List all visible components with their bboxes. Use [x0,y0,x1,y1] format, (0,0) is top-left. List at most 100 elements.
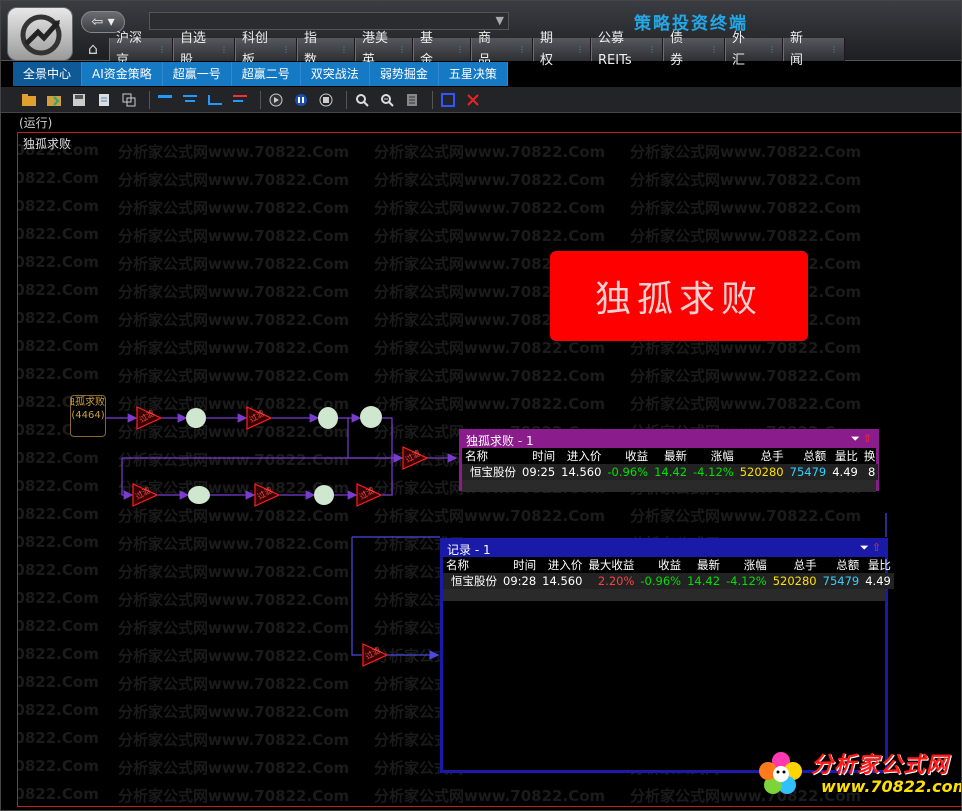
filter-node[interactable]: 过滤 [356,483,383,507]
dropdown-arrow-icon[interactable]: ▼ [496,14,504,27]
cell-ratio: 4.49 [832,465,858,479]
filter-node[interactable]: 过滤 [132,483,159,507]
delete-rows-icon[interactable] [402,90,422,110]
nav-item[interactable]: 外 汇 ⋮ [725,31,783,68]
column-header[interactable]: 收益 [637,557,684,573]
subnav-item[interactable]: 超赢二号 [232,62,301,86]
pin-up-icon[interactable]: ⇧ [872,541,881,555]
merge-node[interactable] [188,486,210,504]
column-header[interactable]: 进入价 [558,448,604,464]
column-header[interactable]: 最新 [651,448,690,464]
column-header[interactable]: 换 [861,448,879,464]
column-header[interactable]: 名称 [443,557,500,573]
record-panel[interactable]: 记录 - 1 ⏷ ⇧ 名称 时间 进入价 最大收益 收益 最新 涨幅 总手 总额 量比 恒宝股份 09… [440,538,894,773]
column-header[interactable]: 收益 [604,448,651,464]
nav-item[interactable]: 公募REITs ⋮ [591,31,663,68]
pause-icon[interactable] [291,90,311,110]
nav-more-icon: ⋮ [518,44,526,54]
stop-icon[interactable] [316,90,336,110]
record-panel-header: 记录 - 1 ⏷ ⇧ [443,541,885,557]
zoom-icon[interactable] [352,90,372,110]
home-button[interactable]: ⌂ [79,39,107,61]
column-header[interactable]: 时间 [500,557,539,573]
column-header[interactable]: 最大收益 [585,557,637,573]
column-header[interactable]: 最新 [684,557,723,573]
subnav-item[interactable]: AI资金策略 [82,62,163,86]
strategy-canvas[interactable]: 70822.Com分析家公式网www.70822.Com分析家公式网www.70… [17,132,961,807]
column-header[interactable]: 进入价 [539,557,585,573]
merge-node[interactable] [318,407,338,429]
merge-node[interactable] [360,406,382,428]
filter-icon[interactable]: ⏷ [860,541,869,555]
source-node[interactable]: 独孤求败 (4464) [70,395,106,437]
signal-table: 名称 时间 进入价 收益 最新 涨幅 总手 总额 量比换 恒宝股份 09:25 14.560 -0.9… [462,448,879,480]
column-header[interactable]: 总额 [820,557,863,573]
table-row[interactable]: 恒宝股份 09:28 14.560 2.20% -0.96% 14.42 -4.12% 520… [443,573,894,589]
nav-item-label: 期 权 [540,30,567,68]
step-icon[interactable] [266,90,286,110]
import-icon[interactable] [44,90,64,110]
subnav-item[interactable]: 弱势掘金 [370,62,439,86]
close-icon[interactable] [463,90,483,110]
merge-node[interactable] [314,485,334,505]
nav-item[interactable]: 指 数 ⋮ [297,31,355,68]
table-row[interactable]: 恒宝股份 09:25 14.560 -0.96% 14.42 -4.12% 520280 75… [462,464,879,480]
nav-item[interactable]: 沪深京 ⋮ [109,31,173,68]
nav-more-icon: ⋮ [830,44,838,54]
filter-node[interactable]: 过滤 [402,446,429,470]
column-header[interactable]: 总手 [737,448,787,464]
column-header[interactable]: 名称 [462,448,519,464]
main-nav: 沪深京 ⋮ 自选股 ⋮ 科创板 ⋮ 指 数 ⋮ 港美英 ⋮ 基 金 ⋮ 商 品 ⋮ 期 权 ⋮ 公募REITs ⋮… [109,31,845,68]
nav-item[interactable]: 自选股 ⋮ [173,31,235,68]
copy-icon[interactable] [119,90,139,110]
cell-volume: 520280 [772,574,817,588]
filter-icon[interactable]: ⏷ [851,432,860,446]
filter-node[interactable]: 过滤 [136,406,163,430]
export-icon[interactable] [94,90,114,110]
nav-more-icon: ⋮ [220,44,228,54]
cell-gain: -0.96% [607,465,649,479]
align-bottom-icon[interactable] [230,90,250,110]
column-header[interactable]: 量比 [862,557,894,573]
open-folder-icon[interactable] [19,90,39,110]
sub-nav: 全景中心 AI资金策略 超赢一号 超赢二号 双突战法 弱势掘金 五星决策 [13,62,508,86]
cell-entry: 14.560 [561,465,602,479]
column-header[interactable]: 总手 [770,557,820,573]
align-left-icon[interactable] [205,90,225,110]
subnav-item[interactable]: 超赢一号 [163,62,232,86]
nav-item[interactable]: 基 金 ⋮ [413,31,471,68]
nav-more-icon: ⋮ [456,44,464,54]
cell-amount: 75479 [822,574,860,588]
column-header[interactable]: 涨幅 [723,557,770,573]
subnav-item[interactable]: 五星决策 [439,62,508,86]
pin-up-icon[interactable]: ⇧ [863,432,872,446]
app-window: ⇦ ▾ ▼ 策略投资终端 ⌂ 沪深京 ⋮ 自选股 ⋮ 科创板 ⋮ 指 数 ⋮ 港美英 ⋮ 基 金 ⋮ 商… [0,0,962,811]
nav-item[interactable]: 债 券 ⋮ [663,31,725,68]
save-icon[interactable] [69,90,89,110]
nav-item[interactable]: 期 权 ⋮ [533,31,591,68]
merge-node[interactable] [186,408,206,428]
subnav-item[interactable]: 全景中心 [13,62,83,86]
column-header[interactable]: 总额 [787,448,830,464]
nav-item[interactable]: 科创板 ⋮ [235,31,297,68]
column-header[interactable]: 时间 [519,448,558,464]
filter-node[interactable]: 过滤 [246,406,273,430]
app-logo[interactable] [7,7,73,61]
cell-time: 09:25 [522,465,556,479]
toolbar-divider [260,90,261,109]
nav-item[interactable]: 新 闻 ⋮ [783,31,845,68]
subnav-item[interactable]: 双突战法 [301,62,370,86]
zoom-out-icon[interactable] [377,90,397,110]
nav-more-icon: ⋮ [710,44,718,54]
filter-node[interactable]: 过滤 [362,643,389,667]
align-middle-icon[interactable] [180,90,200,110]
arrow-left-icon: ⇦ ▾ [91,14,115,30]
align-top-icon[interactable] [155,90,175,110]
filter-node[interactable]: 过滤 [254,483,281,507]
column-header[interactable]: 涨幅 [690,448,737,464]
nav-item[interactable]: 港美英 ⋮ [355,31,413,68]
nav-item[interactable]: 商 品 ⋮ [471,31,533,68]
column-header[interactable]: 量比 [829,448,861,464]
signal-panel[interactable]: 独孤求败 - 1 ⏷ ⇧ 名称 时间 进入价 收益 最新 涨幅 总手 总额 量比换 恒宝股份 09:… [459,429,879,492]
window-icon[interactable] [438,90,458,110]
